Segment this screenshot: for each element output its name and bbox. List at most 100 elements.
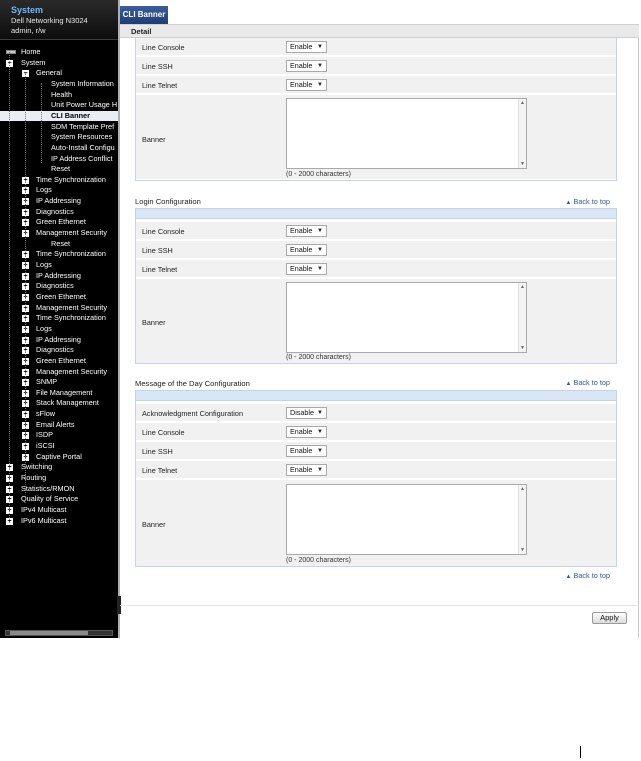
tree-connector-line (25, 73, 26, 493)
tree-item-logs[interactable]: + Logs (0, 185, 118, 196)
tree-item-label: Time Synchronization (36, 249, 106, 259)
tree-item-time-synchronization[interactable]: + Time Synchronization (0, 175, 118, 186)
subtab-detail[interactable]: Detail (131, 27, 151, 36)
tree-item-label: Diagnostics (36, 345, 74, 355)
banner-textarea[interactable]: ▲ ▼ (286, 282, 527, 353)
tab-cli-banner[interactable]: CLI Banner (120, 6, 168, 24)
line-telnet-select[interactable]: Enable ▼ (286, 79, 327, 91)
tree-connector-line (41, 83, 42, 163)
tree-item-logs[interactable]: + Logs (0, 324, 118, 335)
tree-item-label: System Resources (51, 132, 113, 142)
tree-item-label: Reset (51, 164, 71, 174)
tree-item-ip-address-conflict[interactable]: IP Address Conflict (0, 154, 118, 165)
tree-item-label: iSCSI (36, 441, 55, 451)
tree-item-captive-portal[interactable]: + Captive Portal (0, 452, 118, 463)
tree-item-label: Time Synchronization (36, 313, 106, 323)
row-label: Line Console (142, 43, 185, 52)
line-ssh-select[interactable]: Enable ▼ (286, 60, 327, 72)
tree-item-logs[interactable]: + Logs (0, 260, 118, 271)
tree-item-ipv6-multicast[interactable]: + IPv6 Multicast (0, 516, 118, 527)
line-telnet-select[interactable]: Enable ▼ (286, 263, 327, 275)
tree-item-green-ethernet[interactable]: + Green Ethernet (0, 356, 118, 367)
tree-item-label: Quality of Service (21, 494, 79, 504)
tree-item-system[interactable]: − System (0, 58, 118, 69)
tree-item-quality-of-service[interactable]: + Quality of Service (0, 494, 118, 505)
tree-connector-line (9, 52, 10, 520)
tree-item-switching[interactable]: + Switching (0, 462, 118, 473)
line-console-select[interactable]: Enable ▼ (286, 426, 327, 438)
tree-item-snmp[interactable]: + SNMP (0, 377, 118, 388)
tree-item-iscsi[interactable]: + iSCSI (0, 441, 118, 452)
tree-item-green-ethernet[interactable]: + Green Ethernet (0, 217, 118, 228)
textarea-scrollbar[interactable]: ▲ ▼ (518, 485, 526, 554)
tree-item-file-management[interactable]: + File Management (0, 388, 118, 399)
sidebar-scrollbar[interactable] (5, 630, 113, 636)
tree-item-ip-addressing[interactable]: + IP Addressing (0, 271, 118, 282)
tree-item-ip-addressing[interactable]: + IP Addressing (0, 335, 118, 346)
back-to-top-link[interactable]: ▲ Back to top (566, 571, 610, 580)
tree-item-system-resources[interactable]: System Resources (0, 132, 118, 143)
tree-item-email-alerts[interactable]: + Email Alerts (0, 420, 118, 431)
tree-item-ip-addressing[interactable]: + IP Addressing (0, 196, 118, 207)
tree-item-general[interactable]: − General (0, 68, 118, 79)
tree-item-system-information[interactable]: System Information (0, 79, 118, 90)
line-ssh-select[interactable]: Enable ▼ (286, 244, 327, 256)
tree-item-diagnostics[interactable]: + Diagnostics (0, 345, 118, 356)
tree-item-time-synchronization[interactable]: + Time Synchronization (0, 249, 118, 260)
banner-textarea[interactable]: ▲ ▼ (286, 98, 527, 169)
tree-item-cli-banner[interactable]: CLI Banner (0, 110, 118, 122)
tree-item-reset[interactable]: Reset (0, 164, 118, 175)
tree-item-ipv4-multicast[interactable]: + IPv4 Multicast (0, 505, 118, 516)
tree-item-statistics-rmon[interactable]: + Statistics/RMON (0, 484, 118, 495)
char-limit-hint: (0 - 2000 characters) (286, 354, 351, 361)
tree-item-stack-management[interactable]: + Stack Management (0, 398, 118, 409)
chevron-down-icon: ▼ (317, 266, 323, 272)
tree-item-isdp[interactable]: + ISDP (0, 430, 118, 441)
tree-item-label: IP Addressing (36, 270, 81, 280)
tree-item-auto-install-configu[interactable]: Auto-Install Configu (0, 143, 118, 154)
row-label: Line Telnet (142, 466, 178, 475)
textarea-scrollbar[interactable]: ▲ ▼ (518, 99, 526, 168)
tree-item-green-ethernet[interactable]: + Green Ethernet (0, 292, 118, 303)
textarea-scrollbar[interactable]: ▲ ▼ (518, 283, 526, 352)
tree-item-sdm-template-pref[interactable]: SDM Template Pref (0, 122, 118, 133)
tree-item-diagnostics[interactable]: + Diagnostics (0, 207, 118, 218)
section-header-bar (136, 209, 616, 219)
tree-item-time-synchronization[interactable]: + Time Synchronization (0, 313, 118, 324)
tree-item-label: Management Security (36, 302, 107, 312)
back-to-top-link[interactable]: ▲ Back to top (566, 197, 610, 206)
line-console-select[interactable]: Enable ▼ (286, 225, 327, 237)
setting-row: Line Telnet Enable ▼ (136, 76, 616, 94)
tree-item-diagnostics[interactable]: + Diagnostics (0, 281, 118, 292)
row-label: Line SSH (142, 62, 173, 71)
banner-textarea[interactable]: ▲ ▼ (286, 484, 527, 555)
tree-item-management-security[interactable]: + Management Security (0, 228, 118, 239)
line-telnet-select[interactable]: Enable ▼ (286, 464, 327, 476)
back-to-top-link[interactable]: ▲ Back to top (566, 378, 610, 387)
tree-item-management-security[interactable]: + Management Security (0, 367, 118, 378)
tree-item-label: File Management (36, 387, 93, 397)
tree-item-sflow[interactable]: + sFlow (0, 409, 118, 420)
tree-item-management-security[interactable]: + Management Security (0, 303, 118, 314)
tree-item-label: SNMP (36, 377, 58, 387)
line-console-select[interactable]: Enable ▼ (286, 41, 327, 53)
setting-row: Line Console Enable ▼ (136, 222, 616, 240)
tree-item-home[interactable]: Home (0, 47, 118, 58)
tree-item-health[interactable]: Health (0, 90, 118, 101)
scrollbar-thumb[interactable] (10, 631, 88, 635)
tree-item-unit-power-usage-h[interactable]: Unit Power Usage H (0, 100, 118, 111)
apply-button[interactable]: Apply (592, 612, 627, 624)
banner-label: Banner (142, 318, 166, 327)
scroll-down-icon: ▼ (520, 161, 525, 167)
row-label: Line Telnet (142, 265, 178, 274)
banner-row: Banner ▲ ▼ (0 - 2000 characters) (136, 279, 616, 363)
tree-item-label: Diagnostics (36, 281, 74, 291)
tree-item-routing[interactable]: + Routing (0, 473, 118, 484)
tree-item-label: IPv6 Multicast (21, 515, 67, 525)
line-ssh-select[interactable]: Enable ▼ (286, 445, 327, 457)
tab-bar: CLI Banner Detail (120, 0, 639, 38)
tree-item-label: Email Alerts (36, 419, 75, 429)
acknowledgment-select[interactable]: Disable ▼ (286, 407, 327, 419)
setting-row: Line Console Enable ▼ (136, 423, 616, 441)
tree-item-reset[interactable]: Reset (0, 239, 118, 250)
